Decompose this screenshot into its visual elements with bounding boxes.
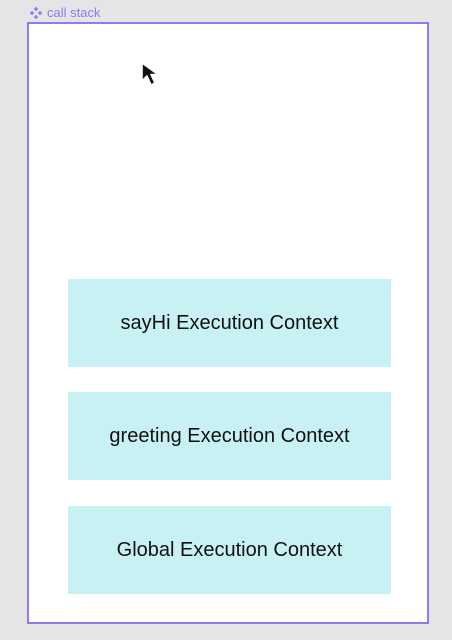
execution-context-box[interactable]: greeting Execution Context [68,392,391,480]
call-stack-frame[interactable]: sayHi Execution Context greeting Executi… [27,22,429,624]
pointer-arrow-icon [140,61,162,87]
execution-context-label: Global Execution Context [116,539,343,561]
execution-context-box[interactable]: Global Execution Context [68,506,391,594]
component-icon [29,6,43,20]
execution-context-label: greeting Execution Context [109,425,350,447]
execution-context-label: sayHi Execution Context [120,312,339,334]
execution-context-box[interactable]: sayHi Execution Context [68,279,391,367]
frame-label[interactable]: call stack [29,5,100,21]
frame-label-text: call stack [47,5,101,20]
